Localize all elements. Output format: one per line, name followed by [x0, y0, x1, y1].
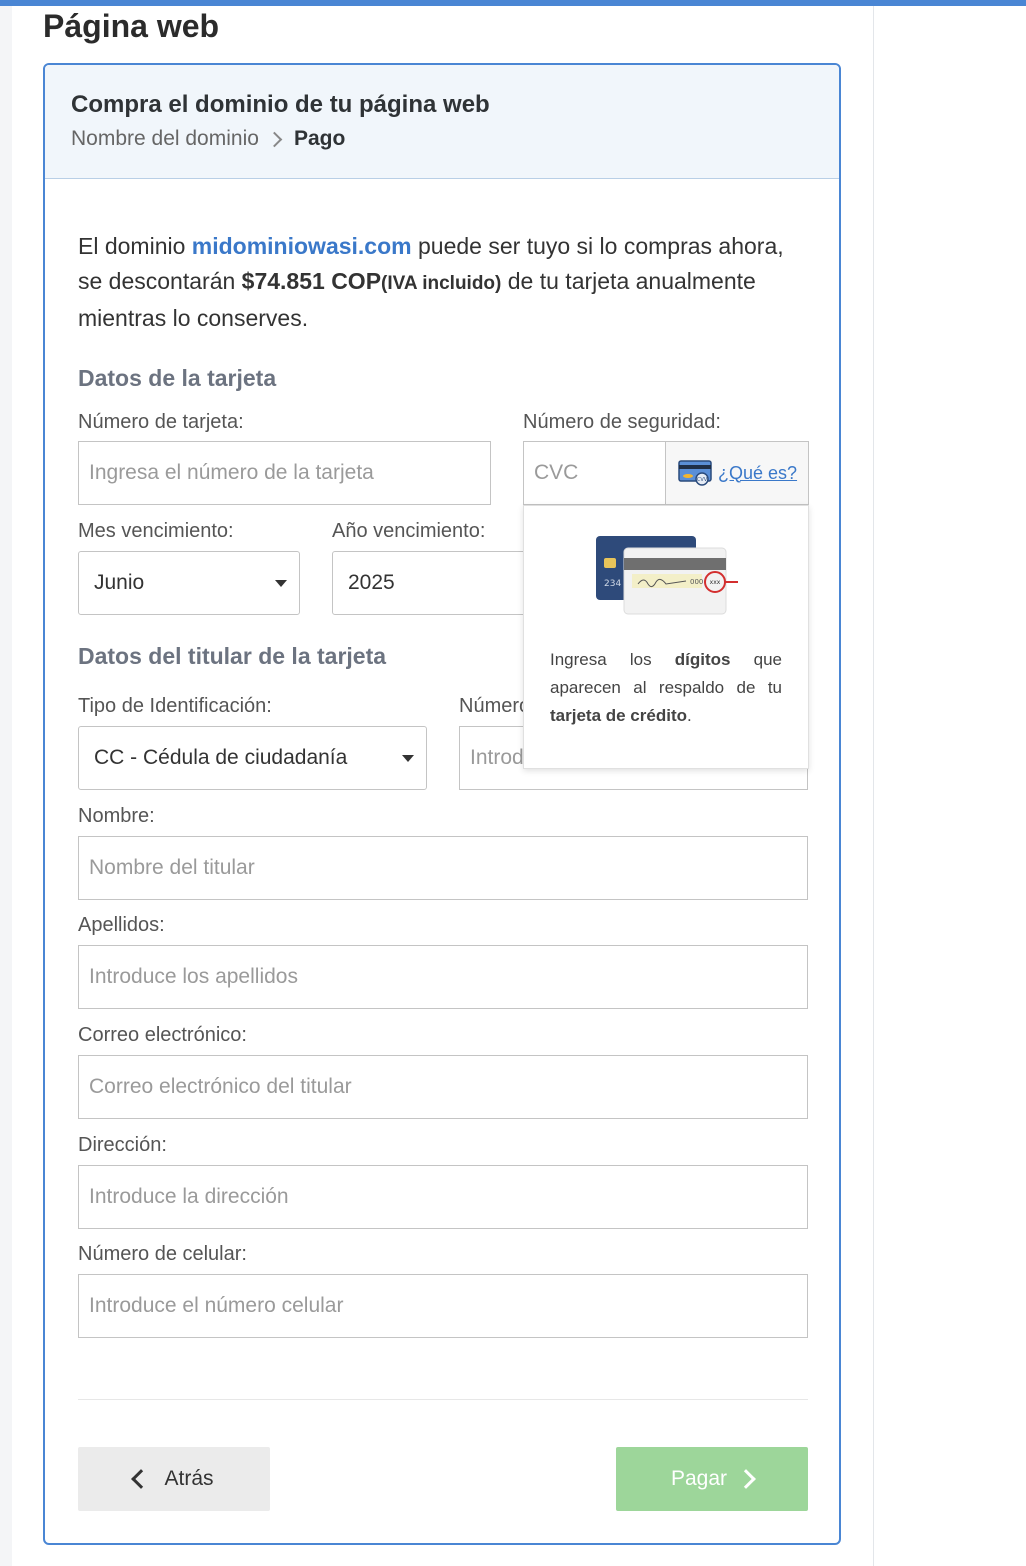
lastname-input[interactable]: Introduce los apellidos — [78, 945, 808, 1009]
phone-placeholder: Introduce el número celular — [89, 1294, 344, 1317]
breadcrumb-step-domain[interactable]: Nombre del dominio — [71, 127, 259, 151]
id-type-label: Tipo de Identificación: — [78, 695, 272, 717]
summary-text: El dominio — [78, 233, 192, 259]
chevron-right-icon — [736, 1469, 756, 1489]
svg-text:CVV: CVV — [697, 477, 708, 483]
cvv-mark: xxx — [710, 579, 721, 586]
chevron-right-icon — [266, 131, 283, 147]
dropdown-caret-icon — [402, 755, 414, 762]
card-back-digits: 000 — [690, 578, 703, 586]
holder-data-heading: Datos del titular de la tarjeta — [78, 643, 387, 669]
cvc-help-text: Ingresa los dígitos que aparecen al resp… — [550, 646, 782, 730]
email-placeholder: Correo electrónico del titular — [89, 1075, 352, 1098]
breadcrumb-step-payment: Pago — [293, 127, 346, 150]
name-placeholder: Nombre del titular — [89, 856, 255, 879]
address-placeholder: Introduce la dirección — [89, 1185, 289, 1208]
address-label: Dirección: — [78, 1134, 167, 1156]
expiry-month-label: Mes vencimiento: — [78, 520, 234, 542]
help-emphasis: tarjeta de crédito — [550, 706, 687, 725]
cvc-what-is-link[interactable]: ¿Qué es? — [718, 463, 797, 484]
breadcrumb: Nombre del dominio Pago — [71, 127, 345, 151]
name-input[interactable]: Nombre del titular — [78, 836, 808, 900]
expiry-month-select[interactable]: Junio — [78, 551, 300, 615]
id-number-placeholder: Introd — [470, 746, 524, 769]
cvc-help-toggle[interactable]: CVV ¿Qué es? — [665, 441, 809, 505]
card-number-placeholder: Ingresa el número de la tarjeta — [89, 461, 374, 484]
phone-input[interactable]: Introduce el número celular — [78, 1274, 808, 1338]
card-title: Compra el dominio de tu página web — [71, 91, 490, 118]
actions-divider — [78, 1399, 808, 1400]
price: $74.851 COP — [241, 268, 382, 294]
expiry-year-value: 2025 — [348, 571, 395, 594]
card-back-illustration: 234 000 xxx — [596, 536, 738, 615]
cvc-input[interactable]: CVC — [523, 441, 666, 505]
left-gutter — [0, 6, 12, 1566]
right-panel — [873, 6, 1026, 1566]
expiry-year-select[interactable]: 2025 — [332, 551, 554, 615]
pay-button-label: Pagar — [670, 1467, 728, 1490]
address-input[interactable]: Introduce la dirección — [78, 1165, 808, 1229]
back-button-label: Atrás — [164, 1467, 214, 1490]
chevron-left-icon — [131, 1469, 152, 1489]
expiry-month-value: Junio — [94, 571, 145, 594]
security-number-label: Número de seguridad: — [523, 411, 721, 433]
purchase-summary: El dominio midominiowasi.com puede ser t… — [78, 229, 808, 336]
cvc-placeholder: CVC — [534, 461, 579, 484]
tax-note: (IVA incluido) — [381, 273, 502, 294]
phone-label: Número de celular: — [78, 1243, 247, 1265]
cvv-card-icon: CVV — [678, 460, 712, 486]
card-front-digits: 234 — [604, 579, 621, 589]
domain-purchase-card: Compra el dominio de tu página web Nombr… — [43, 63, 841, 1545]
domain-name: midominiowasi.com — [191, 233, 412, 259]
name-label: Nombre: — [78, 805, 155, 827]
cvc-help-popover: 234 000 xxx Ingresa los dígitos que apar… — [523, 505, 809, 769]
expiry-year-label: Año vencimiento: — [332, 520, 486, 542]
card-data-heading: Datos de la tarjeta — [78, 365, 277, 391]
email-input[interactable]: Correo electrónico del titular — [78, 1055, 808, 1119]
help-emphasis: dígitos — [674, 650, 731, 669]
id-type-select[interactable]: CC - Cédula de ciudadanía — [78, 726, 427, 790]
lastname-label: Apellidos: — [78, 914, 165, 936]
card-number-input[interactable]: Ingresa el número de la tarjeta — [78, 441, 491, 505]
card-number-label: Número de tarjeta: — [78, 411, 244, 433]
card-header: Compra el dominio de tu página web Nombr… — [45, 65, 839, 179]
lastname-placeholder: Introduce los apellidos — [89, 965, 298, 988]
help-text: . — [687, 706, 692, 725]
pay-button[interactable]: Pagar — [616, 1447, 808, 1511]
id-number-label: Número — [459, 695, 531, 717]
dropdown-caret-icon — [275, 580, 287, 587]
back-button[interactable]: Atrás — [78, 1447, 270, 1511]
email-label: Correo electrónico: — [78, 1024, 247, 1046]
page-title: Página web — [43, 8, 220, 44]
id-type-value: CC - Cédula de ciudadanía — [94, 746, 348, 769]
help-text: Ingresa los — [550, 650, 675, 669]
